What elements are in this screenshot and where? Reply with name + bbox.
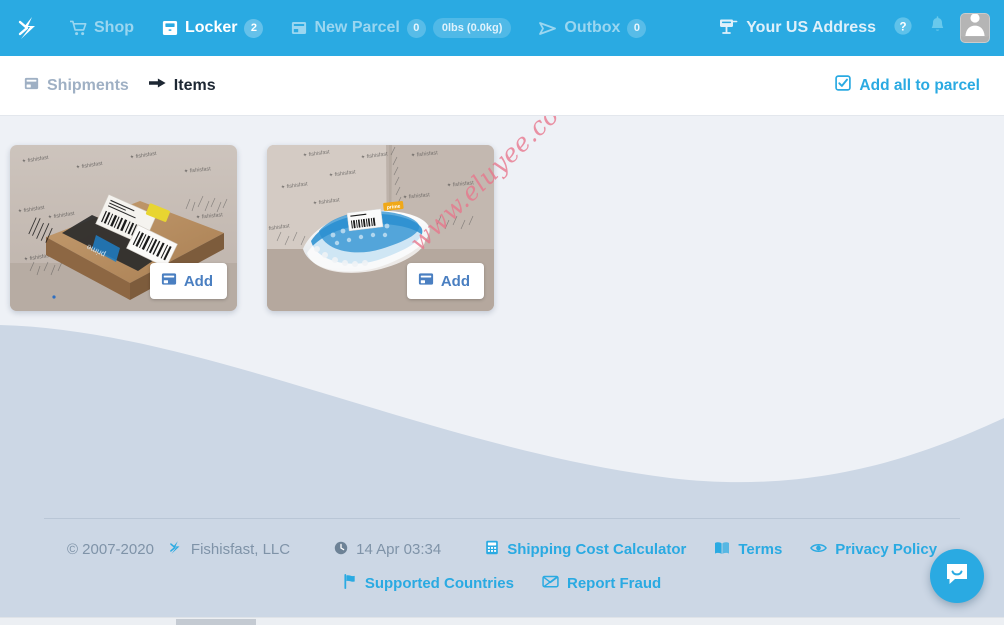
add-item-button[interactable]: Add xyxy=(149,263,227,299)
footer-time-text: 14 Apr 03:34 xyxy=(356,541,442,558)
nav-item-locker-label: Locker xyxy=(185,19,238,36)
footer-server-time: 14 Apr 03:34 xyxy=(304,541,455,559)
tab-shipments-label: Shipments xyxy=(47,76,129,94)
add-all-to-parcel-label: Add all to parcel xyxy=(859,76,980,94)
shopping-cart-icon xyxy=(70,20,87,36)
nav-item-outbox[interactable]: Outbox 0 xyxy=(525,0,660,56)
header-actions: Your US Address ? xyxy=(709,8,1004,48)
locker-count-badge: 2 xyxy=(244,18,264,38)
notifications-button[interactable] xyxy=(920,8,954,48)
footer-link-supported-countries[interactable]: Supported Countries xyxy=(329,574,528,593)
parcel-box-icon xyxy=(291,20,307,36)
envelope-warning-icon xyxy=(542,575,559,592)
help-button[interactable]: ? xyxy=(886,8,920,48)
checkbox-checked-icon xyxy=(835,75,852,96)
chat-launcher-button[interactable] xyxy=(930,549,984,603)
nav-item-locker[interactable]: Locker 2 xyxy=(148,0,277,56)
add-all-to-parcel-button[interactable]: Add all to parcel xyxy=(825,75,990,96)
outbox-count-badge: 0 xyxy=(627,18,647,38)
shipments-box-icon xyxy=(24,76,39,96)
user-avatar[interactable] xyxy=(960,13,990,43)
parcel-box-icon xyxy=(161,271,177,291)
brand-logo[interactable] xyxy=(0,15,56,41)
add-item-button[interactable]: Add xyxy=(406,263,484,299)
footer-row-primary: © 2007-2020 Fishisfast, LLC 14 Apr 03:34… xyxy=(0,540,1004,559)
footer-privacy-label: Privacy Policy xyxy=(835,541,938,558)
subnav-actions: Add all to parcel xyxy=(825,75,990,96)
items-grid: ✦ fishisfast ✦ fishisfast ✦ fishisfast ✦… xyxy=(10,145,494,311)
page-root: Shop Locker 2 New Parcel 0 0lbs (0.0kg) … xyxy=(0,0,1004,625)
nav-item-shop-label: Shop xyxy=(94,19,134,36)
locker-box-icon xyxy=(162,20,178,36)
footer-link-privacy-policy[interactable]: Privacy Policy xyxy=(796,541,951,558)
footer-link-terms[interactable]: Terms xyxy=(700,541,796,559)
scrollbar-thumb[interactable] xyxy=(176,619,256,625)
footer-copyright-text: © 2007-2020 xyxy=(66,541,154,558)
footer-company-name: Fishisfast, LLC xyxy=(190,541,291,558)
book-icon xyxy=(714,541,730,559)
footer-row-secondary: Supported Countries Report Fraud xyxy=(0,574,1004,593)
question-circle-icon: ? xyxy=(893,16,913,41)
user-avatar-icon xyxy=(961,14,989,42)
your-us-address-label: Your US Address xyxy=(746,19,876,36)
item-card[interactable]: ✦ fishisfast ✦ fishisfast ✦ fishisfast ✦… xyxy=(267,145,494,311)
footer-company: Fishisfast, LLC xyxy=(168,540,304,559)
paper-plane-icon xyxy=(539,21,557,36)
tab-items-label: Items xyxy=(173,76,216,94)
tab-shipments[interactable]: Shipments xyxy=(14,76,139,96)
mailbox-icon xyxy=(719,18,738,39)
footer-link-report-fraud[interactable]: Report Fraud xyxy=(528,575,675,592)
notification-bell-icon xyxy=(929,16,946,40)
nav-item-new-parcel-label: New Parcel xyxy=(314,19,400,36)
primary-nav: Shop Locker 2 New Parcel 0 0lbs (0.0kg) … xyxy=(56,0,660,56)
add-item-label: Add xyxy=(183,272,213,290)
svg-text:?: ? xyxy=(899,21,906,33)
footer-divider xyxy=(44,518,960,519)
new-parcel-weight-badge: 0lbs (0.0kg) xyxy=(432,18,512,38)
footer-supported-countries-label: Supported Countries xyxy=(364,575,514,592)
nav-item-shop[interactable]: Shop xyxy=(56,0,148,56)
clock-icon xyxy=(334,541,348,559)
fishisfast-logo-icon xyxy=(15,15,41,41)
arrow-right-icon xyxy=(148,76,166,95)
horizontal-scrollbar[interactable] xyxy=(0,617,1004,625)
secondary-navigation-bar: Shipments Items Add all to parcel xyxy=(0,56,1004,116)
calculator-icon xyxy=(485,540,499,559)
footer-link-shipping-calculator[interactable]: Shipping Cost Calculator xyxy=(455,540,700,559)
nav-item-outbox-label: Outbox xyxy=(564,19,621,36)
eye-icon xyxy=(810,541,828,558)
page-footer: © 2007-2020 Fishisfast, LLC 14 Apr 03:34… xyxy=(0,518,1004,593)
your-us-address-button[interactable]: Your US Address xyxy=(709,18,886,39)
footer-shipping-calculator-label: Shipping Cost Calculator xyxy=(507,541,687,558)
nav-item-new-parcel[interactable]: New Parcel 0 0lbs (0.0kg) xyxy=(277,0,525,56)
flag-icon xyxy=(343,574,357,593)
tab-items[interactable]: Items xyxy=(139,76,226,95)
fishisfast-logo-icon xyxy=(168,540,183,559)
chat-smile-bubble-icon xyxy=(943,560,971,593)
item-card[interactable]: ✦ fishisfast ✦ fishisfast ✦ fishisfast ✦… xyxy=(10,145,237,311)
new-parcel-count-badge: 0 xyxy=(406,18,426,38)
parcel-box-icon xyxy=(418,271,434,291)
footer-report-fraud-label: Report Fraud xyxy=(567,575,662,592)
footer-terms-label: Terms xyxy=(738,541,783,558)
add-item-label: Add xyxy=(440,272,470,290)
footer-copyright: © 2007-2020 xyxy=(53,541,168,558)
top-navigation-bar: Shop Locker 2 New Parcel 0 0lbs (0.0kg) … xyxy=(0,0,1004,56)
